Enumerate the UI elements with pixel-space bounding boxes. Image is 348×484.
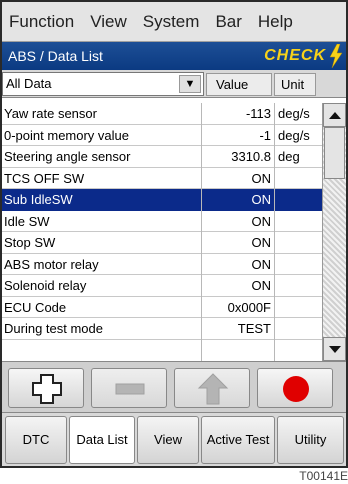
data-list-table: Yaw rate sensor -113 deg/s 0-point memory v… [2, 103, 322, 361]
tab-dtc-label: DTC [22, 432, 50, 447]
row-name: Stop SW [4, 235, 56, 250]
lightning-bolt-icon [329, 44, 343, 68]
scrollbar-thumb[interactable] [324, 127, 345, 179]
row-name: Sub IdleSW [4, 192, 73, 207]
row-name: ABS motor relay [4, 256, 99, 272]
tab-dtc[interactable]: DTC [5, 416, 67, 464]
row-value: ON [251, 213, 272, 229]
screen-title: ABS / Data List [8, 48, 103, 64]
row-value: TEST [237, 321, 271, 336]
scroll-down-button[interactable] [323, 337, 346, 361]
row-value: ON [251, 278, 272, 293]
application-window: Function View System Bar Help ABS / Data… [0, 0, 348, 468]
remove-button[interactable] [91, 368, 167, 408]
value-column-header[interactable]: Value [206, 73, 272, 96]
column-divider [201, 103, 202, 361]
row-value: ON [251, 256, 272, 272]
row-name: Idle SW [4, 213, 50, 229]
vertical-scrollbar[interactable] [322, 103, 346, 361]
row-name: Steering angle sensor [4, 149, 131, 164]
row-unit: deg/s [278, 106, 310, 121]
row-value: ON [251, 170, 272, 186]
unit-column-header[interactable]: Unit [274, 73, 316, 96]
plus-icon [32, 374, 62, 404]
row-value: 0x000F [227, 299, 271, 315]
menu-help[interactable]: Help [248, 12, 293, 32]
minus-icon [115, 383, 145, 395]
record-button[interactable] [257, 368, 333, 408]
row-value: 3310.8 [231, 149, 271, 164]
row-name: During test mode [4, 321, 103, 336]
add-button[interactable] [8, 368, 84, 408]
dropdown-arrow-icon[interactable]: ▼ [179, 75, 201, 93]
row-value: -113 [245, 106, 271, 121]
figure-code: T00141E [299, 469, 348, 483]
menu-function[interactable]: Function [2, 12, 74, 32]
menu-view[interactable]: View [80, 12, 127, 32]
row-value: ON [251, 235, 272, 250]
scroll-up-button[interactable] [323, 103, 346, 127]
category-dropdown-value: All Data [6, 76, 52, 91]
scroll-up-icon [329, 112, 341, 119]
move-up-button[interactable] [174, 368, 250, 408]
row-unit: deg [278, 149, 300, 164]
row-name: Solenoid relay [4, 278, 87, 293]
row-value: ON [251, 192, 272, 207]
tab-data-list-label: Data List [76, 432, 128, 447]
row-name: ECU Code [4, 299, 67, 315]
row-value: -1 [259, 127, 271, 143]
action-toolbar [2, 361, 346, 413]
menu-bar-menu[interactable]: Bar [205, 12, 241, 32]
category-dropdown[interactable]: All Data ▼ [2, 72, 204, 96]
record-icon [283, 376, 309, 402]
row-unit: deg/s [278, 127, 310, 143]
menu-system[interactable]: System [133, 12, 200, 32]
row-name: TCS OFF SW [4, 170, 85, 186]
up-arrow-icon [197, 373, 229, 405]
bottom-tab-bar: DTC Data List View Active Test Utility [2, 413, 346, 466]
menu-bar: Function View System Bar Help [2, 2, 346, 42]
tab-active-test-label: Active Test [206, 432, 270, 447]
row-name: Yaw rate sensor [4, 106, 97, 121]
tab-data-list[interactable]: Data List [69, 416, 135, 464]
tab-view-label: View [154, 432, 182, 447]
check-indicator: CHECK [264, 47, 326, 64]
tab-view[interactable]: View [137, 416, 199, 464]
column-divider [274, 103, 275, 361]
tab-utility-label: Utility [294, 432, 327, 447]
column-header-row: All Data ▼ Value Unit [2, 70, 346, 98]
scroll-down-icon [329, 346, 341, 353]
tab-active-test[interactable]: Active Test [201, 416, 275, 464]
row-name: 0-point memory value [4, 127, 129, 143]
screen-title-bar: ABS / Data List CHECK [2, 42, 346, 70]
tab-utility[interactable]: Utility [277, 416, 344, 464]
